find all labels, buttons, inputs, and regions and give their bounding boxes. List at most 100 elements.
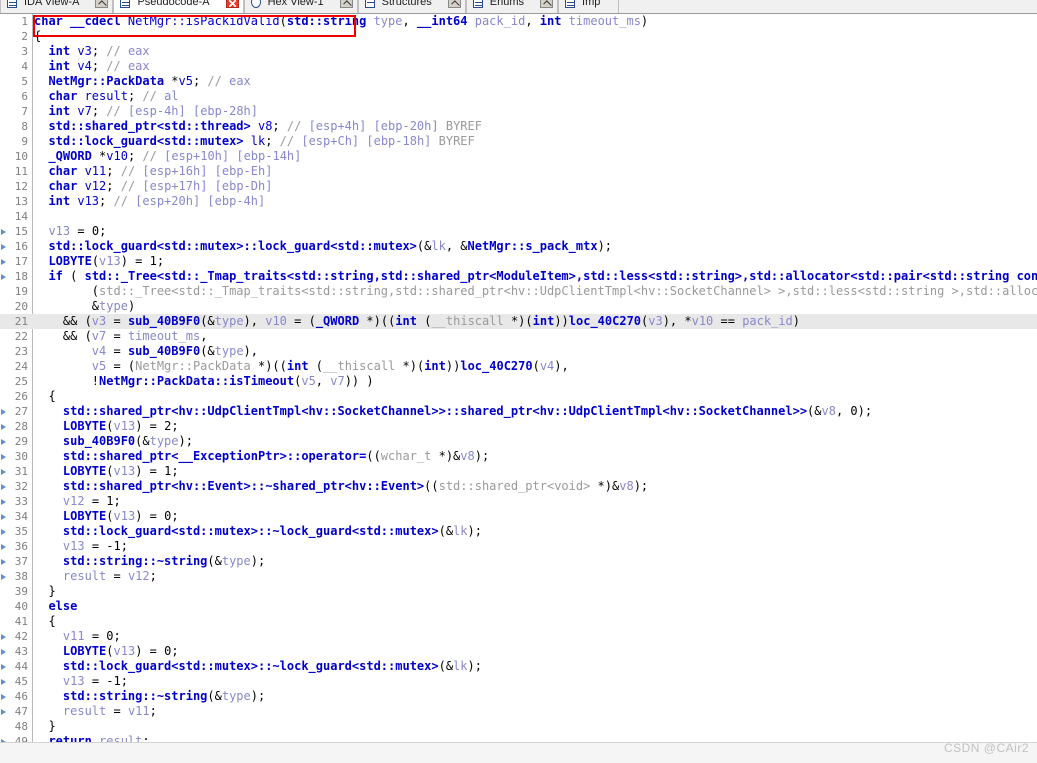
code-line[interactable]: 11 char v11; // [esp+16h] [ebp-Eh]: [0, 164, 1037, 179]
code-line[interactable]: 47 result = v11;: [0, 704, 1037, 719]
line-number: 12: [14, 180, 28, 193]
token-pl: ;: [113, 629, 121, 643]
token-pl: );: [597, 239, 613, 253]
token-num: 1: [149, 254, 157, 268]
code-line[interactable]: 41 {: [0, 614, 1037, 629]
token-pl: =: [84, 494, 107, 508]
line-number: 15: [14, 225, 28, 238]
code-line[interactable]: 32 std::shared_ptr<hv::Event>::~shared_p…: [0, 479, 1037, 494]
line-number: 1: [21, 15, 28, 28]
line-number: 30: [14, 450, 28, 463]
token-pl: ;: [99, 194, 114, 208]
code-line[interactable]: 37 std::string::~string(&type);: [0, 554, 1037, 569]
tab-structures[interactable]: Structures: [357, 0, 466, 13]
token-id: v13: [77, 194, 100, 208]
code-line[interactable]: 9 std::lock_guard<std::mutex> lk; // [es…: [0, 134, 1037, 149]
code-line[interactable]: 17 LOBYTE(v13) = 1;: [0, 254, 1037, 269]
code-line[interactable]: 22 && (v7 = timeout_ms,: [0, 329, 1037, 344]
code-line[interactable]: 29 sub_40B9F0(&type);: [0, 434, 1037, 449]
code-text: {: [34, 614, 55, 629]
token-pl: )): [554, 314, 569, 328]
code-line[interactable]: 40 else: [0, 599, 1037, 614]
code-line[interactable]: 49 return result;: [0, 734, 1037, 742]
code-line[interactable]: 14: [0, 209, 1037, 224]
code-line[interactable]: 34 LOBYTE(v13) = 0;: [0, 509, 1037, 524]
token-pl: ) =: [135, 464, 165, 478]
restore-icon[interactable]: [540, 0, 554, 8]
tab-imp[interactable]: Imp: [558, 0, 620, 13]
code-line[interactable]: 33 v12 = 1;: [0, 494, 1037, 509]
code-line[interactable]: 19 (std::_Tree<std::_Tmap_traits<std::st…: [0, 284, 1037, 299]
restore-icon[interactable]: [447, 0, 461, 8]
code-line[interactable]: 38 result = v12;: [0, 569, 1037, 584]
token-var: result: [62, 704, 107, 718]
code-line[interactable]: 3 int v3; // eax: [0, 44, 1037, 59]
restore-icon[interactable]: [95, 0, 109, 8]
code-line[interactable]: 7 int v7; // [esp-4h] [ebp-28h]: [0, 104, 1037, 119]
code-line[interactable]: 44 std::lock_guard<std::mutex>::~lock_gu…: [0, 659, 1037, 674]
tab-pseudocode-a[interactable]: Pseudocode-A: [113, 0, 244, 13]
code-line[interactable]: 15 v13 = 0;: [0, 224, 1037, 239]
code-text: v13 = -1;: [34, 674, 128, 689]
tab-ida-view-a[interactable]: IDA View-A: [0, 0, 114, 13]
code-line[interactable]: 39 }: [0, 584, 1037, 599]
line-number: 31: [14, 465, 28, 478]
code-line[interactable]: 16 std::lock_guard<std::mutex>::lock_gua…: [0, 239, 1037, 254]
code-line[interactable]: 4 int v4; // eax: [0, 59, 1037, 74]
close-icon[interactable]: [225, 0, 239, 8]
restore-icon[interactable]: [339, 0, 353, 8]
code-line[interactable]: 24 v5 = (NetMgr::PackData *)((int (__thi…: [0, 359, 1037, 374]
token-kw: int: [395, 314, 425, 328]
tab-bar[interactable]: IDA View-A Pseudocode-A Hex View-1 Structur…: [0, 0, 1037, 14]
code-line[interactable]: 26 {: [0, 389, 1037, 404]
code-line[interactable]: 12 char v12; // [esp+17h] [ebp-Dh]: [0, 179, 1037, 194]
token-pl: ;: [171, 509, 179, 523]
code-line[interactable]: 2{: [0, 29, 1037, 44]
code-line[interactable]: 35 std::lock_guard<std::mutex>::~lock_gu…: [0, 524, 1037, 539]
token-var: type: [99, 299, 128, 313]
code-line[interactable]: 28 LOBYTE(v13) = 2;: [0, 419, 1037, 434]
tab-hex-view-1[interactable]: Hex View-1: [243, 0, 358, 13]
code-line[interactable]: 6 char result; // al: [0, 89, 1037, 104]
code-line[interactable]: 5 NetMgr::PackData *v5; // eax: [0, 74, 1037, 89]
code-line[interactable]: 31 LOBYTE(v13) = 1;: [0, 464, 1037, 479]
code-line[interactable]: 8 std::shared_ptr<std::thread> v8; // [e…: [0, 119, 1037, 134]
code-line[interactable]: 21 && (v3 = sub_40B9F0(&type), v10 = (_Q…: [0, 314, 1037, 329]
code-line[interactable]: 1 char __cdecl NetMgr::isPackidValid(std:…: [0, 14, 1037, 29]
code-line[interactable]: 30 std::shared_ptr<__ExceptionPtr>::oper…: [0, 449, 1037, 464]
code-line[interactable]: 18 if ( std::_Tree<std::_Tmap_traits<std…: [0, 269, 1037, 284]
token-var: [esp+16h] [ebp-Eh]: [142, 164, 273, 178]
code-line[interactable]: 25 !NetMgr::PackData::isTimeout(v5, v7))…: [0, 374, 1037, 389]
code-text: char result; // al: [34, 89, 178, 104]
code-line[interactable]: 46 std::string::~string(&type);: [0, 689, 1037, 704]
token-cmt: //: [106, 59, 128, 73]
token-id: v10: [106, 149, 128, 163]
code-line[interactable]: 27 std::shared_ptr<hv::UdpClientTmpl<hv:…: [0, 404, 1037, 419]
code-line[interactable]: 36 v13 = -1;: [0, 539, 1037, 554]
code-line[interactable]: 43 LOBYTE(v13) = 0;: [0, 644, 1037, 659]
code-line[interactable]: 45 v13 = -1;: [0, 674, 1037, 689]
token-kw: else: [48, 599, 78, 613]
line-number: 44: [14, 660, 28, 673]
code-line[interactable]: 48 }: [0, 719, 1037, 734]
code-line[interactable]: 13 int v13; // [esp+20h] [ebp-4h]: [0, 194, 1037, 209]
bottom-status-strip: [0, 742, 1037, 763]
line-number: 28: [14, 420, 28, 433]
code-line[interactable]: 23 v4 = sub_40B9F0(&type),: [0, 344, 1037, 359]
code-line[interactable]: 20 &type): [0, 299, 1037, 314]
code-lines-container[interactable]: 1 char __cdecl NetMgr::isPackidValid(std:…: [0, 14, 1037, 742]
token-kw: int: [48, 59, 78, 73]
code-line[interactable]: 42 v11 = 0;: [0, 629, 1037, 644]
line-number: 37: [14, 555, 28, 568]
code-text: LOBYTE(v13) = 1;: [34, 464, 179, 479]
tab-enums[interactable]: Enums: [465, 0, 559, 13]
token-pl: =: [84, 539, 107, 553]
pseudocode-editor[interactable]: 1 char __cdecl NetMgr::isPackidValid(std:…: [0, 14, 1037, 742]
code-line[interactable]: 10 _QWORD *v10; // [esp+10h] [ebp-14h]: [0, 149, 1037, 164]
